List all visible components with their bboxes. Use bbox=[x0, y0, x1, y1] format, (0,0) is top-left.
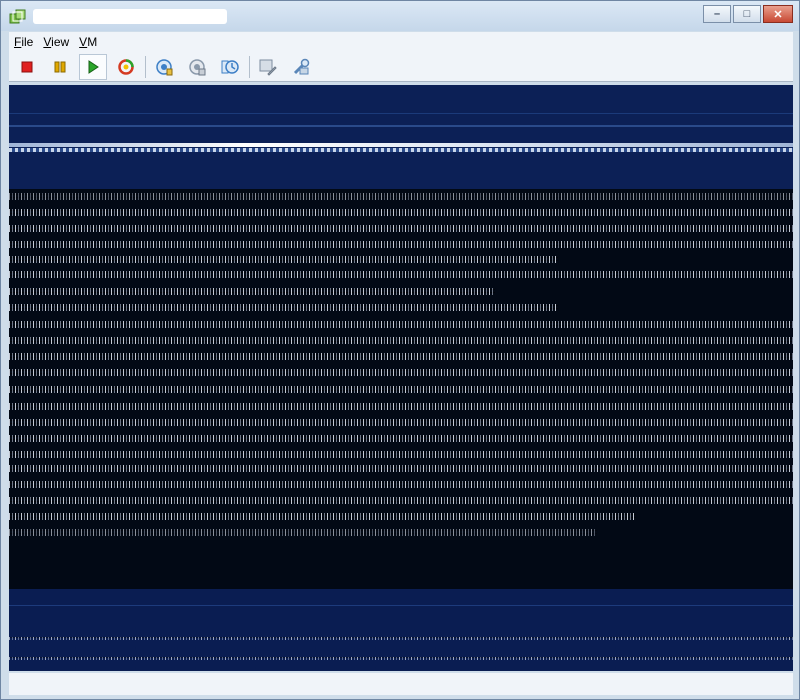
toolbar-separator bbox=[249, 55, 250, 78]
play-triangle-icon bbox=[88, 59, 99, 74]
garbled-text-row bbox=[9, 497, 793, 504]
garbled-text-row bbox=[9, 403, 793, 410]
garbled-text-row bbox=[9, 465, 793, 472]
garbled-text-row bbox=[9, 241, 793, 248]
garbled-text-row bbox=[9, 209, 793, 216]
garbled-text-row bbox=[9, 304, 558, 311]
garbled-text-row bbox=[9, 369, 793, 376]
revert-snapshot-icon bbox=[189, 58, 206, 75]
reset-circle-icon bbox=[118, 58, 134, 75]
console-scanline bbox=[9, 125, 793, 127]
minimize-button[interactable]: – bbox=[703, 5, 731, 23]
status-bar bbox=[9, 673, 793, 695]
console-bright-stripe bbox=[9, 143, 793, 147]
vm-app-icon bbox=[9, 9, 26, 24]
title-bar[interactable]: – □ ✕ bbox=[1, 1, 799, 31]
vm-console-display[interactable] bbox=[9, 85, 793, 671]
snapshot-icon bbox=[156, 58, 173, 75]
revert-snapshot-button[interactable] bbox=[183, 54, 211, 80]
console-bright-stripe bbox=[9, 148, 793, 152]
console-scanline bbox=[9, 605, 793, 606]
garbled-text-row bbox=[9, 637, 793, 640]
pause-icon bbox=[54, 61, 66, 72]
stop-square-icon bbox=[21, 61, 33, 72]
snapshot-button[interactable] bbox=[150, 54, 178, 80]
console-top-band bbox=[9, 85, 793, 189]
garbled-text-row bbox=[9, 193, 793, 200]
garbled-text-row bbox=[9, 451, 793, 458]
garbled-text-row bbox=[9, 481, 793, 488]
garbled-text-row bbox=[9, 225, 793, 232]
menu-view[interactable]: View bbox=[38, 35, 74, 49]
garbled-text-row bbox=[9, 513, 637, 520]
window-title bbox=[33, 9, 227, 24]
garbled-text-row bbox=[9, 353, 793, 360]
console-settings-button[interactable] bbox=[254, 54, 282, 80]
play-button[interactable] bbox=[79, 53, 107, 80]
garbled-text-row bbox=[9, 256, 558, 263]
menu-bar: File View VM bbox=[9, 32, 793, 52]
console-scanline bbox=[9, 113, 793, 114]
vm-settings-button[interactable] bbox=[287, 54, 315, 80]
console-settings-icon bbox=[259, 59, 277, 76]
pause-button[interactable] bbox=[46, 54, 74, 80]
vm-console-window: – □ ✕ File View VM bbox=[0, 0, 800, 700]
garbled-text-row bbox=[9, 435, 793, 442]
maximize-button[interactable]: □ bbox=[733, 5, 761, 23]
reset-button[interactable] bbox=[112, 54, 140, 80]
garbled-text-row bbox=[9, 321, 793, 328]
snapshot-manager-icon bbox=[221, 59, 239, 74]
toolbar bbox=[9, 52, 793, 82]
garbled-text-row bbox=[9, 657, 793, 660]
menu-vm[interactable]: VM bbox=[74, 35, 102, 49]
toolbar-separator bbox=[145, 55, 146, 78]
garbled-text-row bbox=[9, 337, 793, 344]
stop-button[interactable] bbox=[13, 54, 41, 80]
garbled-text-row bbox=[9, 419, 793, 426]
window-controls: – □ ✕ bbox=[701, 5, 793, 23]
garbled-text-row bbox=[9, 271, 793, 278]
garbled-text-row bbox=[9, 529, 597, 536]
snapshot-manager-button[interactable] bbox=[216, 54, 244, 80]
close-button[interactable]: ✕ bbox=[763, 5, 793, 23]
garbled-text-row bbox=[9, 288, 496, 295]
menu-file[interactable]: File bbox=[9, 35, 38, 49]
vm-settings-icon bbox=[293, 58, 310, 74]
garbled-text-row bbox=[9, 386, 793, 393]
